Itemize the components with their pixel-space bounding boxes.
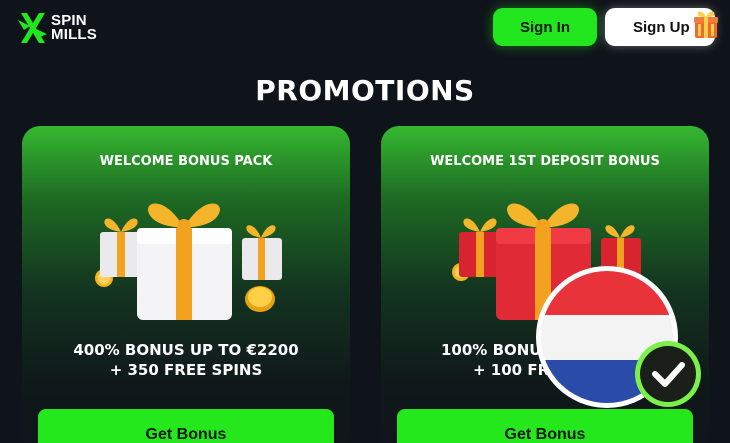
x-logo-icon — [18, 13, 47, 43]
promo-offer-line-1: 100% BONU — [441, 341, 542, 359]
site-header: SPIN MILLS Sign In Sign Up — [0, 0, 730, 60]
promo-offer-line-2: + 100 FR — [473, 361, 550, 379]
check-circle-icon — [635, 341, 701, 407]
logo-text: SPIN MILLS — [51, 13, 97, 43]
white-gift-boxes-illustration — [95, 203, 282, 320]
promo-offer-line-1: 400% BONUS UP TO €2200 — [73, 341, 299, 359]
promo-card-title: WELCOME BONUS PACK — [99, 154, 273, 169]
sign-up-button[interactable]: Sign Up — [605, 8, 718, 46]
promo-offer-line-2: + 350 FREE SPINS — [109, 361, 263, 379]
promo-card-offer: 400% BONUS UP TO €2200 + 350 FREE SPINS — [22, 340, 350, 380]
promo-card-title: WELCOME 1ST DEPOSIT BONUS — [430, 154, 660, 169]
get-bonus-button[interactable]: Get Bonus — [397, 409, 693, 443]
sign-up-label: Sign Up — [633, 18, 690, 36]
promo-card-offer: 100% BONU + 100 FR — [441, 340, 549, 380]
sign-in-button[interactable]: Sign In — [493, 8, 597, 46]
country-flag-badge[interactable] — [535, 266, 705, 411]
get-bonus-button[interactable]: Get Bonus — [38, 409, 334, 443]
spin-mills-logo[interactable]: SPIN MILLS — [18, 11, 97, 45]
logo-line-2: MILLS — [51, 26, 97, 43]
page-title: PROMOTIONS — [255, 74, 475, 107]
promo-card-welcome-bonus-pack: WELCOME BONUS PACK 400% BONUS UP TO €220… — [22, 126, 350, 443]
gift-icon — [694, 11, 718, 38]
